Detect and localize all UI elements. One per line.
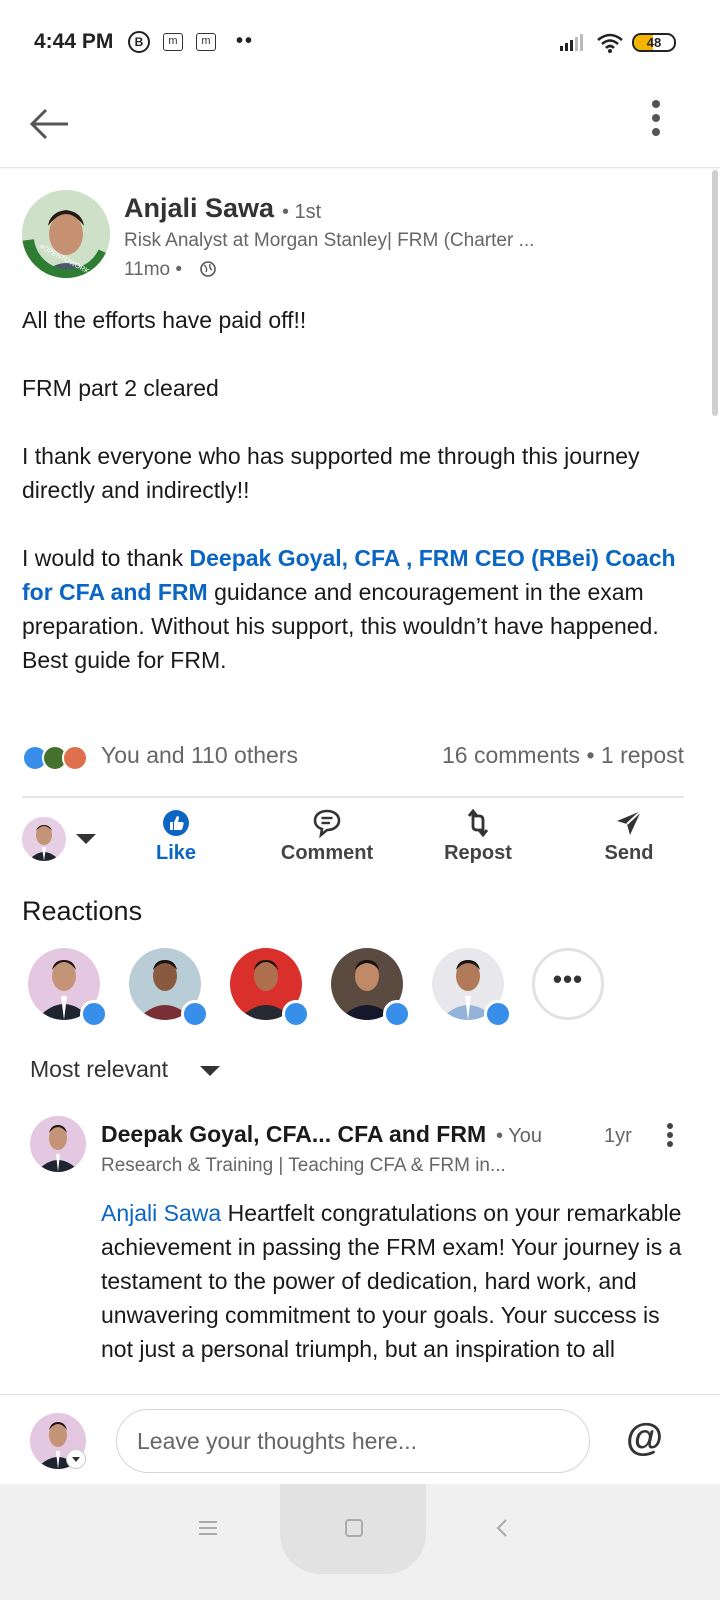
post-text: All the efforts have paid off!! [22, 307, 307, 333]
commenter-name[interactable]: Deepak Goyal, CFA... CFA and FRM [101, 1121, 486, 1148]
actor-switcher[interactable] [22, 817, 102, 861]
battery-level: 48 [646, 35, 662, 50]
reactions-heading: Reactions [22, 896, 143, 926]
like-badge-icon [181, 1000, 209, 1028]
scrollbar[interactable] [712, 170, 718, 416]
comment-icon [313, 809, 341, 838]
avatar-image [22, 817, 66, 861]
author-avatar[interactable]: #OPENTOWORK [22, 190, 110, 278]
post-body: All the efforts have paid off!! FRM part… [22, 303, 702, 677]
top-nav [0, 86, 720, 168]
vertical-dots-icon [652, 100, 660, 108]
battery-icon: 48 [632, 33, 676, 52]
signal-icon [560, 34, 583, 51]
chevron-down-icon [200, 1066, 220, 1076]
send-icon [617, 810, 642, 835]
comment-composer: @ [0, 1394, 720, 1484]
comment-input[interactable] [116, 1409, 590, 1473]
like-badge-icon [383, 1000, 411, 1028]
comment-label: Comment [280, 842, 374, 864]
status-bar: 4:44 PM B m m •• 48 [0, 0, 720, 86]
post-text: I thank everyone who has supported me th… [22, 443, 640, 503]
sort-label: Most relevant [30, 1056, 169, 1082]
divider [22, 796, 684, 798]
post-text: Best guide for FRM. [22, 647, 227, 673]
m-app-icon: m [196, 33, 216, 51]
commenter-avatar[interactable] [30, 1116, 86, 1172]
commenter-degree: • You [496, 1125, 542, 1147]
m-app-icon: m [163, 33, 183, 51]
comments-reposts-count[interactable]: 16 comments • 1 repost [442, 742, 684, 769]
globe-icon [200, 261, 216, 277]
comment-more-button[interactable] [656, 1120, 684, 1154]
avatar-image [30, 1116, 86, 1172]
comment-time: 1yr [604, 1125, 632, 1147]
status-time: 4:44 PM [34, 30, 114, 53]
like-label: Like [155, 842, 197, 864]
vertical-dots-icon [667, 1123, 673, 1129]
post-time: 11mo • [124, 259, 183, 280]
repost-label: Repost [444, 842, 512, 864]
chevron-down-icon[interactable] [66, 1449, 86, 1469]
post-text: I would to thank Deepak Goyal, CFA , FRM… [22, 541, 702, 643]
love-reaction-icon [62, 745, 88, 771]
menu-icon[interactable] [196, 1516, 220, 1540]
chevron-down-icon [76, 834, 96, 844]
avatar-image: #OPENTOWORK [22, 190, 110, 278]
connection-degree: • 1st [282, 201, 322, 223]
repost-icon [467, 808, 489, 838]
post-text: FRM part 2 cleared [22, 375, 219, 401]
avatar [22, 817, 66, 861]
repost-button[interactable]: Repost [423, 808, 533, 868]
like-badge-icon [80, 1000, 108, 1028]
author-headline: Risk Analyst at Morgan Stanley| FRM (Cha… [124, 230, 535, 251]
system-nav-bar [0, 1484, 720, 1600]
like-icon [163, 810, 189, 836]
more-reactors-button[interactable]: ••• [532, 948, 604, 1020]
mention-link[interactable]: Anjali Sawa [101, 1200, 221, 1226]
back-button[interactable] [26, 100, 74, 148]
b-circle-icon: B [128, 31, 150, 53]
wifi-icon [597, 33, 623, 53]
comment-text: Anjali Sawa Heartfelt congratulations on… [101, 1196, 691, 1392]
reaction-icons[interactable] [22, 742, 96, 774]
author-name[interactable]: Anjali Sawa [124, 193, 274, 224]
commenter-headline: Research & Training | Teaching CFA & FRM… [101, 1155, 506, 1176]
more-notifications-icon: •• [236, 30, 255, 52]
home-icon[interactable] [342, 1516, 366, 1540]
more-options-button[interactable] [640, 94, 672, 150]
caret-glyph [72, 1457, 80, 1462]
comment-button[interactable]: Comment [272, 808, 382, 868]
mention-button[interactable]: @ [626, 1417, 663, 1460]
like-badge-icon [484, 1000, 512, 1028]
sort-comments-dropdown[interactable]: Most relevant [30, 1056, 230, 1088]
like-button[interactable]: Like [121, 808, 231, 868]
reactions-count[interactable]: You and 110 others [101, 742, 298, 769]
post-text: I would to thank [22, 545, 190, 571]
send-label: Send [604, 842, 654, 864]
send-button[interactable]: Send [574, 808, 684, 868]
like-badge-icon [282, 1000, 310, 1028]
back-nav-icon[interactable] [490, 1516, 514, 1540]
arrow-left-icon [29, 108, 68, 140]
